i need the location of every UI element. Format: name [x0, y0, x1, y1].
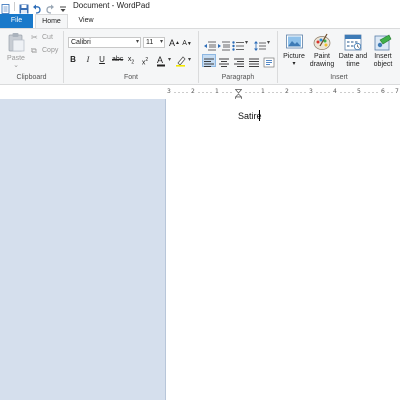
font-family-value: Calibri — [71, 39, 91, 46]
copy-icon: ⧉ — [31, 46, 37, 55]
date-time-label-2: time — [346, 61, 360, 68]
font-group: Calibri ▾ 11 ▾ A▲ A▼ B I U abc x2 x2 A ▾… — [64, 29, 198, 86]
chevron-down-icon[interactable]: ▾ — [188, 56, 191, 63]
tab-view[interactable]: View — [70, 14, 102, 28]
ruler-ticks — [174, 92, 393, 93]
document-text[interactable]: Satire — [238, 111, 262, 121]
font-size-select[interactable]: 11 ▾ — [143, 37, 165, 48]
copy-label: Copy — [42, 47, 59, 54]
insert-object-icon — [374, 34, 392, 51]
bullet-list-icon — [232, 41, 244, 51]
calendar-icon — [344, 34, 362, 51]
text-caret — [259, 110, 260, 121]
decrease-indent-icon — [204, 41, 216, 51]
insert-object-label-1: Insert — [374, 53, 392, 60]
line-spacing-icon — [254, 41, 266, 51]
align-left-button[interactable] — [202, 54, 216, 67]
align-right-button[interactable] — [233, 55, 245, 73]
superscript-button[interactable]: x2 — [140, 55, 150, 68]
paragraph-group: ▾ ▾ Paragraph — [199, 29, 277, 86]
chevron-down-icon[interactable]: ▾ — [245, 39, 248, 46]
bullet-list-button[interactable] — [232, 38, 244, 56]
insert-object-button[interactable]: Insert object — [368, 31, 398, 73]
ruler-bar: 3 2 1 1 2 3 4 5 6 7 — [0, 86, 400, 100]
strikethrough-button[interactable]: abc — [112, 55, 123, 65]
paint-palette-icon — [313, 33, 331, 50]
font-group-label: Font — [123, 74, 138, 81]
paragraph-group-label: Paragraph — [221, 74, 255, 81]
svg-text:A: A — [157, 55, 163, 65]
chevron-down-icon[interactable]: ▾ — [267, 39, 270, 46]
picture-button[interactable]: Picture ▾ — [281, 31, 307, 73]
workspace-background — [0, 99, 166, 400]
scissors-icon: ✂ — [31, 33, 38, 42]
shrink-font-button[interactable]: A▼ — [182, 39, 192, 49]
copy-button[interactable]: ⧉ Copy — [31, 46, 63, 56]
clipboard-group-label: Clipboard — [16, 74, 47, 81]
customize-toolbar-icon[interactable] — [58, 1, 68, 12]
insert-group: Picture ▾ Paint drawing Date and time In… — [278, 29, 400, 86]
save-icon[interactable] — [19, 1, 29, 14]
align-center-icon — [219, 58, 229, 67]
increase-indent-icon — [218, 41, 230, 51]
cut-label: Cut — [42, 34, 53, 41]
italic-button[interactable]: I — [83, 55, 93, 65]
line-spacing-button[interactable] — [254, 38, 266, 56]
ribbon: Paste ⌄ ✂ Cut ⧉ Copy Clipboard Calibri ▾… — [0, 28, 400, 85]
font-family-select[interactable]: Calibri ▾ — [68, 37, 141, 48]
justify-icon — [249, 58, 259, 67]
align-right-icon — [234, 58, 244, 67]
ribbon-tab-row: File Home View — [0, 14, 400, 29]
highlighter-icon — [176, 56, 186, 67]
undo-icon[interactable] — [32, 1, 42, 14]
paste-dropdown-arrow[interactable]: ⌄ — [5, 62, 27, 70]
date-time-button[interactable]: Date and time — [338, 31, 368, 73]
paragraph-settings-icon — [263, 57, 275, 68]
insert-group-label: Insert — [330, 74, 348, 81]
paste-button[interactable]: Paste ⌄ — [5, 32, 27, 70]
chevron-down-icon: ▾ — [292, 61, 296, 67]
title-bar: Document - WordPad — [0, 0, 400, 14]
chevron-down-icon: ▾ — [159, 39, 163, 45]
text-color-icon: A — [157, 55, 165, 67]
chevron-down-icon: ▾ — [135, 39, 139, 45]
align-left-icon — [204, 58, 214, 67]
paste-icon — [8, 33, 25, 52]
grow-font-button[interactable]: A▲ — [169, 38, 180, 48]
paragraph-settings-button[interactable] — [263, 55, 275, 73]
titlebar-divider — [14, 2, 15, 11]
underline-button[interactable]: U — [97, 55, 107, 65]
window-title: Document - WordPad — [73, 1, 150, 10]
subscript-button[interactable]: x2 — [126, 55, 136, 67]
wordpad-app-icon[interactable] — [1, 1, 11, 14]
chevron-down-icon[interactable]: ▾ — [168, 56, 171, 63]
text-color-button[interactable]: A — [156, 54, 168, 67]
align-center-button[interactable] — [218, 55, 230, 73]
bold-button[interactable]: B — [68, 55, 78, 65]
document-page[interactable]: Satire — [166, 99, 400, 400]
date-time-label-1: Date and — [338, 53, 368, 60]
increase-indent-button[interactable] — [218, 38, 230, 56]
font-size-value: 11 — [146, 39, 154, 46]
paint-drawing-label-1: Paint — [314, 53, 330, 60]
clipboard-group: Paste ⌄ ✂ Cut ⧉ Copy Clipboard — [0, 29, 63, 86]
tab-file[interactable]: File — [0, 14, 33, 28]
picture-icon — [286, 34, 303, 49]
cut-button[interactable]: ✂ Cut — [31, 33, 63, 43]
redo-icon[interactable] — [45, 1, 55, 14]
paint-drawing-button[interactable]: Paint drawing — [308, 31, 336, 73]
ruler[interactable]: 3 2 1 1 2 3 4 5 6 7 — [166, 88, 400, 100]
ruler-margin-area — [0, 86, 166, 99]
paint-drawing-label-2: drawing — [309, 61, 335, 68]
insert-object-label-2: object — [373, 61, 393, 68]
highlight-button[interactable] — [175, 54, 187, 67]
tab-home[interactable]: Home — [35, 14, 68, 29]
justify-button[interactable] — [248, 55, 260, 73]
